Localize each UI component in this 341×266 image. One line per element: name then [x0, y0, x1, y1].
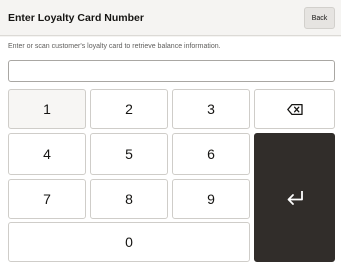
key-2[interactable]: 2 [90, 89, 168, 129]
backspace-key[interactable] [254, 89, 335, 129]
loyalty-card-input[interactable] [8, 60, 335, 82]
key-5[interactable]: 5 [90, 133, 168, 175]
key-6[interactable]: 6 [172, 133, 250, 175]
enter-return-icon [286, 190, 304, 206]
key-3[interactable]: 3 [172, 89, 250, 129]
key-8[interactable]: 8 [90, 179, 168, 219]
key-7[interactable]: 7 [8, 179, 86, 219]
instruction-text: Enter or scan customer's loyalty card to… [8, 43, 221, 50]
enter-key[interactable] [254, 133, 335, 262]
backspace-icon [286, 103, 303, 115]
key-1[interactable]: 1 [8, 89, 86, 129]
key-0[interactable]: 0 [8, 222, 250, 262]
back-button[interactable]: Back [304, 7, 335, 29]
key-9[interactable]: 9 [172, 179, 250, 219]
page-title: Enter Loyalty Card Number [8, 12, 144, 24]
key-4[interactable]: 4 [8, 133, 86, 175]
